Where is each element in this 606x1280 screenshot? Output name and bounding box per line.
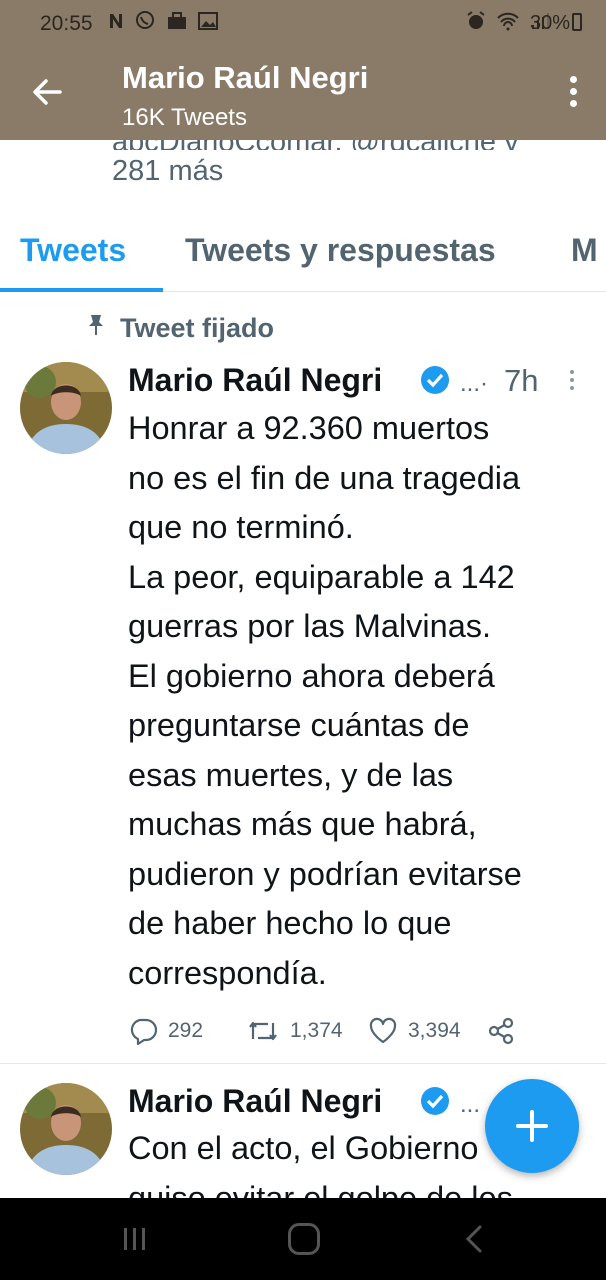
avatar[interactable] (20, 362, 112, 454)
status-time: 20:55 (40, 12, 93, 35)
battery-icon (572, 13, 582, 31)
retweet-count: 1,374 (290, 1019, 343, 1042)
wifi-icon (497, 12, 519, 31)
like-button[interactable]: 3,394 (368, 1011, 461, 1051)
briefcase-icon (167, 12, 186, 29)
share-button[interactable] (486, 1011, 526, 1051)
more-options-button[interactable] (568, 76, 578, 112)
tweet-handle-truncated: ...· (460, 370, 488, 397)
recent-apps-icon[interactable] (120, 1226, 150, 1252)
share-icon (488, 1017, 514, 1045)
profile-tabs: Tweets Tweets y respuestas M (0, 210, 606, 292)
tweet-divider (0, 1063, 606, 1064)
active-tab-indicator (0, 288, 163, 292)
back-nav-icon[interactable] (462, 1224, 488, 1254)
tweet-menu-icon[interactable] (569, 370, 575, 394)
compose-tweet-button[interactable] (485, 1079, 579, 1173)
gallery-icon (197, 12, 218, 30)
heart-icon (369, 1017, 397, 1044)
battery-percentage: 30% (529, 12, 570, 34)
followed-by-avatars-line: abcDiarioCcomar, @rdcaliche y (112, 140, 552, 150)
verified-badge-icon (421, 366, 449, 394)
tweet-actions: 292 1,374 3,394 (128, 1011, 528, 1051)
system-navigation-bar (0, 1198, 606, 1280)
tweet-author-name[interactable]: Mario Raúl Negri (128, 1083, 382, 1120)
retweet-button[interactable]: 1,374 (246, 1011, 343, 1051)
like-count: 3,394 (408, 1019, 461, 1042)
more-vertical-icon (569, 76, 577, 83)
home-icon[interactable] (288, 1223, 320, 1255)
profile-header: Mario Raúl Negri 16K Tweets (0, 46, 606, 140)
alarm-icon (467, 11, 485, 29)
reply-button[interactable]: 292 (128, 1011, 203, 1051)
verified-badge-icon (421, 1087, 449, 1115)
whatsapp-icon (136, 11, 155, 29)
status-bar: 20:55 30% (0, 0, 606, 46)
arrow-left-icon (33, 79, 62, 105)
tab-tweets-and-replies[interactable]: Tweets y respuestas (185, 232, 496, 269)
retweet-icon (249, 1021, 277, 1041)
avatar[interactable] (20, 1083, 112, 1175)
tab-media[interactable]: M (571, 232, 598, 269)
tweet-author-name[interactable]: Mario Raúl Negri (128, 362, 382, 399)
pinned-label-text: Tweet fijado (120, 313, 275, 343)
back-button[interactable] (26, 70, 70, 114)
notification-n-icon (110, 14, 122, 28)
followed-by-text: abcDiarioCcomar, @rdcaliche y (112, 140, 552, 150)
reply-count: 292 (168, 1019, 204, 1042)
tweet-timestamp[interactable]: 7h (504, 363, 538, 399)
header-tweet-count: 16K Tweets (122, 104, 247, 131)
plus-icon (516, 1110, 548, 1142)
notification-icons (108, 10, 218, 36)
tab-tweets[interactable]: Tweets (20, 232, 126, 269)
pinned-tweet-label: Tweet fijado (86, 313, 274, 344)
pin-icon (86, 313, 108, 344)
reply-icon (130, 1018, 158, 1045)
header-title: Mario Raúl Negri (122, 60, 369, 95)
tweet-text: Honrar a 92.360 muertos no es el fin de … (128, 410, 522, 991)
followed-by-more[interactable]: 281 más (112, 155, 223, 188)
tweet-handle-truncated: ... (460, 1091, 481, 1118)
